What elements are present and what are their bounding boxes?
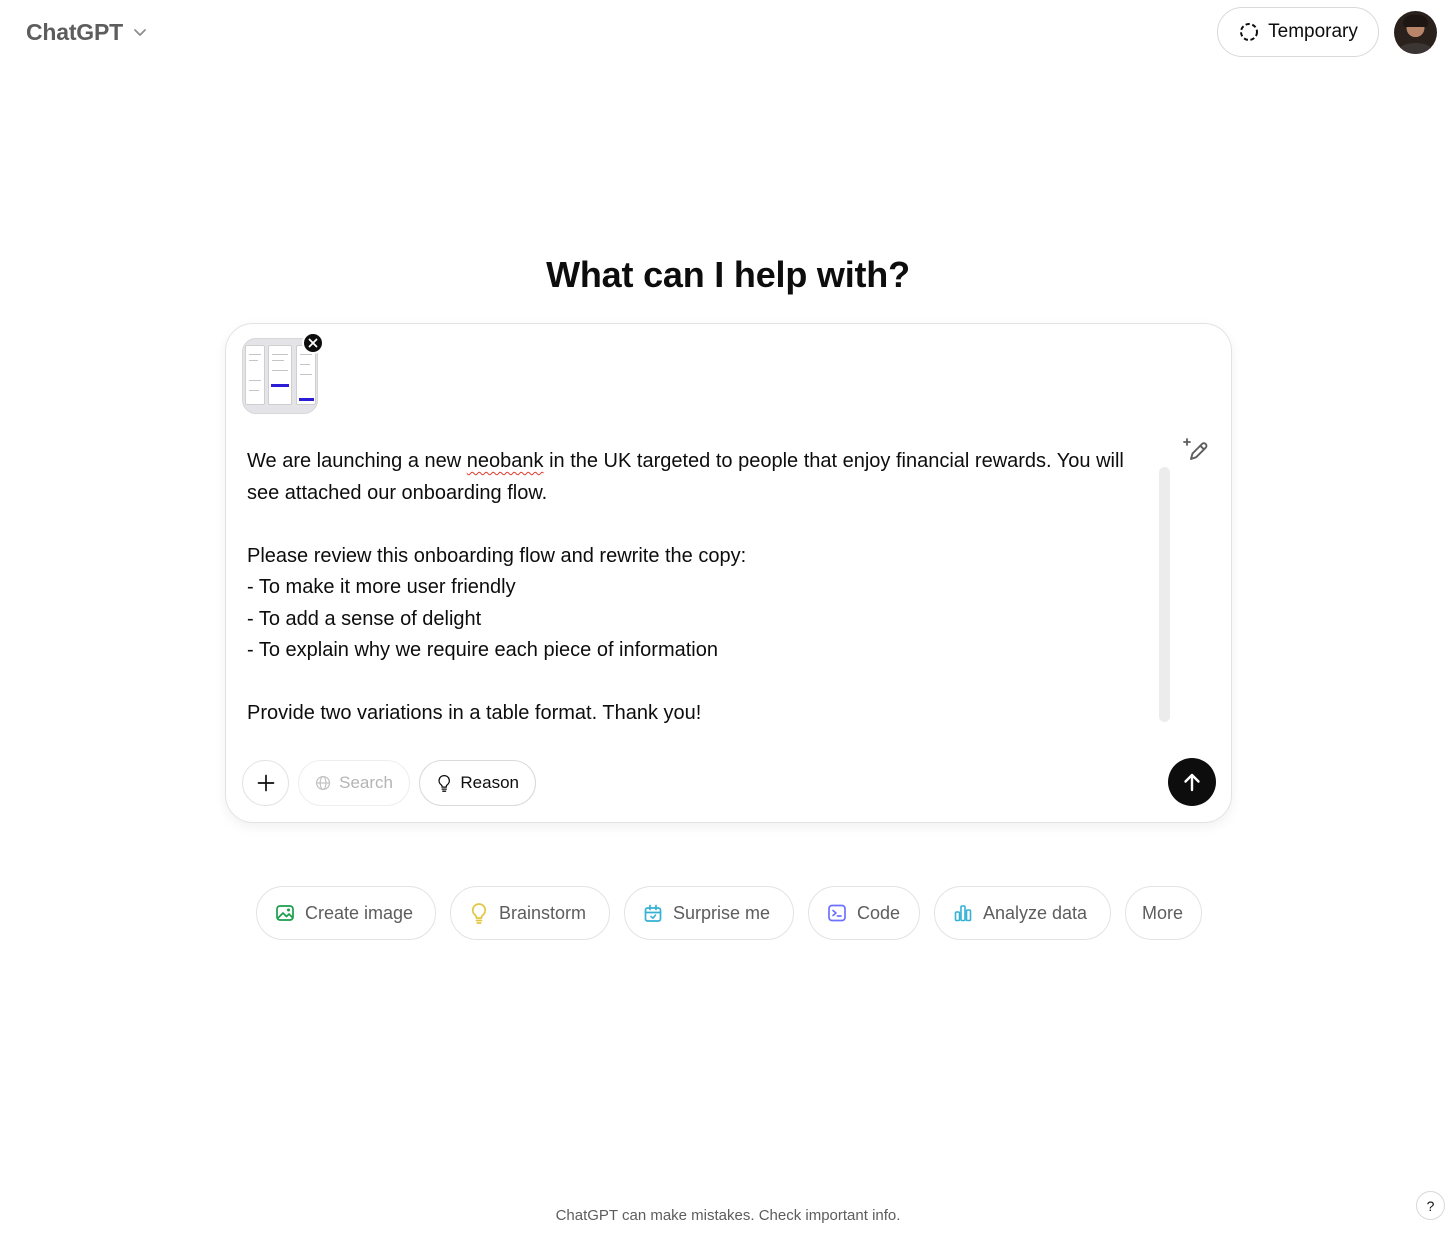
suggestion-label: Create image (305, 902, 414, 923)
bar-chart-icon (954, 905, 972, 922)
reason-button[interactable]: Reason (419, 760, 536, 806)
composer: We are launching a new neobank in the UK… (225, 323, 1232, 823)
avatar[interactable] (1394, 11, 1437, 54)
suggestion-code[interactable]: Code (808, 886, 920, 940)
reason-label: Reason (460, 773, 519, 792)
search-button[interactable]: Search (298, 760, 410, 806)
temporary-label: Temporary (1268, 21, 1358, 42)
add-attachment-button[interactable] (242, 760, 289, 806)
suggestion-analyze-data[interactable]: Analyze data (934, 886, 1111, 940)
suggestion-create-image[interactable]: Create image (256, 886, 436, 940)
search-label: Search (339, 773, 393, 792)
code-icon (828, 904, 846, 922)
gift-icon (644, 904, 662, 922)
suggestion-surprise-me[interactable]: Surprise me (624, 886, 794, 940)
top-bar: ChatGPT Temporary (0, 0, 1456, 64)
lightbulb-icon (471, 903, 487, 924)
close-icon (308, 338, 318, 348)
remove-attachment-button[interactable] (302, 332, 324, 354)
temporary-chat-button[interactable]: Temporary (1217, 7, 1379, 57)
help-button[interactable]: ? (1416, 1191, 1445, 1220)
prompt-scrollbar[interactable] (1159, 467, 1170, 722)
globe-icon (316, 775, 331, 791)
lightbulb-icon (438, 774, 450, 792)
disclaimer-text: ChatGPT can make mistakes. Check importa… (555, 1207, 901, 1224)
suggestion-label: Code (857, 902, 901, 923)
temporary-chat-icon (1240, 23, 1259, 41)
send-button[interactable] (1168, 758, 1216, 806)
create-image-icon (276, 905, 294, 921)
chevron-down-icon (134, 29, 146, 36)
page-title: What can I help with? (546, 254, 910, 295)
suggestion-label: Brainstorm (499, 902, 587, 923)
arrow-up-icon (1184, 773, 1200, 792)
model-selector[interactable]: ChatGPT (16, 12, 159, 52)
magic-pencil-icon (1183, 438, 1208, 460)
suggestion-label: Surprise me (673, 902, 771, 923)
suggestion-more[interactable]: More (1125, 886, 1202, 940)
suggestion-brainstorm[interactable]: Brainstorm (450, 886, 610, 940)
model-name: ChatGPT (26, 18, 123, 45)
suggestion-label: Analyze data (983, 902, 1088, 923)
rewrite-prompt-button[interactable] (1180, 434, 1212, 466)
suggestion-label: More (1142, 902, 1184, 923)
plus-icon (257, 774, 274, 792)
misspelled-word: neobank (466, 450, 544, 472)
prompt-textarea[interactable]: We are launching a new neobank in the UK… (247, 446, 1157, 736)
